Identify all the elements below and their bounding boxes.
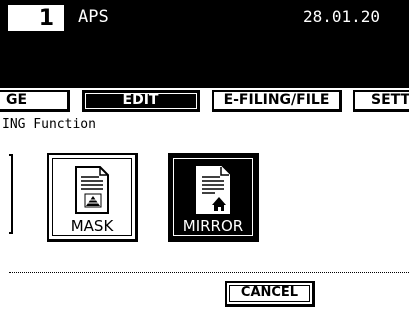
- tab-bar: GE EDIT E-FILING/FILE SETT: [0, 88, 409, 114]
- paper-mode-label: APS: [78, 7, 109, 27]
- copy-count-box: 1: [6, 3, 68, 33]
- divider: [9, 272, 409, 273]
- cancel-label: CANCEL: [240, 285, 299, 300]
- tab-image[interactable]: GE: [0, 90, 70, 112]
- mask-document-icon: [75, 166, 109, 214]
- mask-label: MASK: [70, 217, 114, 235]
- tab-efiling-file[interactable]: E-FILING/FILE: [212, 90, 342, 112]
- mirror-label: MIRROR: [182, 217, 244, 235]
- cancel-button[interactable]: CANCEL: [225, 281, 315, 307]
- mirror-button[interactable]: MIRROR: [168, 153, 259, 242]
- tab-edit[interactable]: EDIT: [82, 90, 200, 112]
- mirror-document-icon: [196, 166, 230, 214]
- tab-settings[interactable]: SETT: [353, 90, 409, 112]
- status-bar: 1 APS 28.01.20: [0, 0, 409, 88]
- date-display: 28.01.20: [303, 7, 381, 26]
- copy-count: 1: [38, 6, 54, 31]
- partial-function-button[interactable]: [9, 154, 13, 234]
- function-heading: ING Function: [2, 117, 96, 132]
- mask-button[interactable]: MASK: [47, 153, 138, 242]
